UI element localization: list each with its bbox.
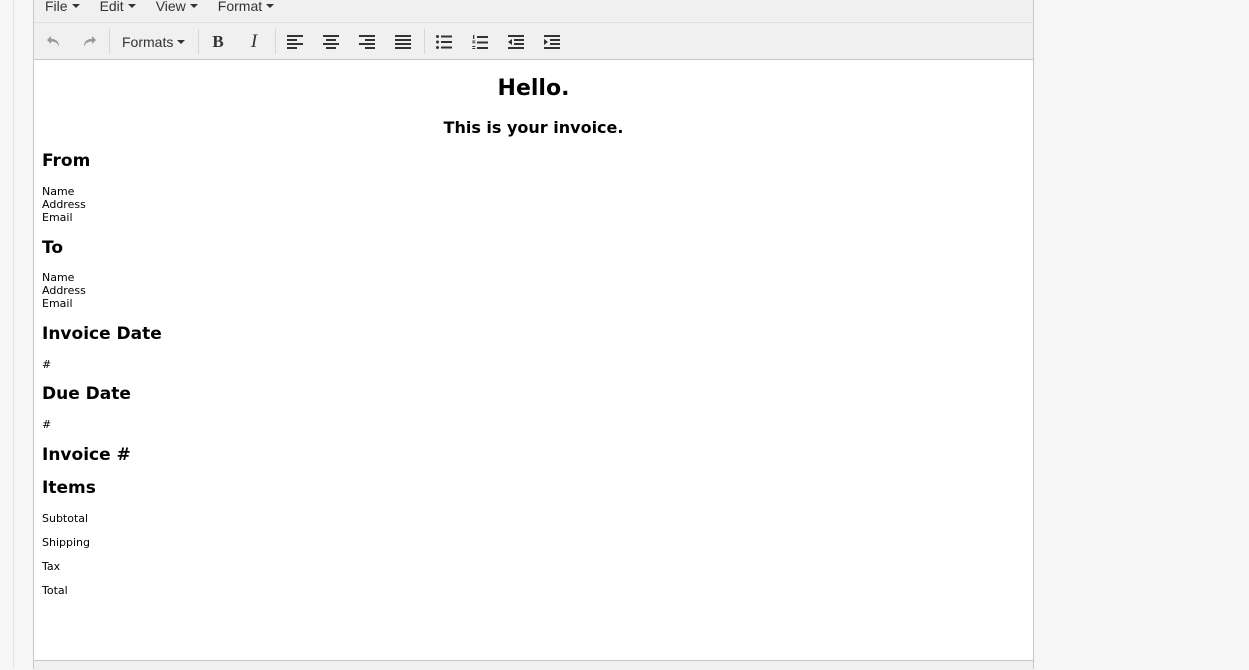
bold-icon: B [212,32,224,51]
indent-button[interactable] [541,32,563,52]
due-date-value: # [42,418,52,431]
menu-format[interactable]: Format [217,0,275,14]
undo-button[interactable] [43,32,65,52]
items-heading: Items [42,478,96,498]
bullet-list-button[interactable] [433,32,455,52]
invoice-date-value: # [42,358,52,371]
total-label: Total [42,584,68,597]
menu-file-label: File [45,0,68,14]
toolbar-separator [109,29,110,54]
from-email: Email [42,211,73,224]
rich-text-editor: File Edit View Format Formats B I Hello.… [33,0,1034,670]
italic-button[interactable]: I [243,31,265,52]
menu-format-label: Format [217,0,263,14]
chevron-down-icon [127,4,136,8]
document-subtitle: This is your invoice. [443,118,624,137]
toolbar: Formats B I [34,23,1033,60]
outdent-button[interactable] [505,32,527,52]
from-name: Name [42,185,75,198]
menu-view[interactable]: View [155,0,198,14]
toolbar-separator [275,29,276,54]
align-justify-button[interactable] [392,32,414,52]
numbered-list-icon [472,34,488,49]
chevron-down-icon [177,40,186,44]
document-title: Hello. [497,76,570,101]
italic-icon: I [250,31,258,52]
subtotal-label: Subtotal [42,512,89,525]
chevron-down-icon [189,4,198,8]
to-name: Name [42,271,75,284]
redo-icon [83,36,96,47]
bold-button[interactable]: B [207,32,229,52]
formats-label: Formats [122,34,174,50]
chevron-down-icon [266,4,275,8]
align-left-button[interactable] [284,32,306,52]
indent-icon [544,35,560,49]
from-address: Address [42,198,86,211]
outdent-icon [508,35,524,49]
menu-edit-label: Edit [99,0,124,14]
from-heading: From [42,151,91,171]
bullet-list-icon [436,35,452,49]
invoice-number-heading: Invoice # [42,445,131,465]
undo-icon [47,36,60,47]
numbered-list-button[interactable] [469,32,491,52]
align-center-icon [323,35,339,49]
editor-content-area[interactable]: Hello. This is your invoice. From Name A… [34,61,1033,661]
to-email: Email [42,297,73,310]
menubar: File Edit View Format [34,0,1033,23]
to-heading: To [42,238,64,258]
due-date-heading: Due Date [42,384,131,404]
menu-view-label: View [155,0,186,14]
shipping-label: Shipping [42,536,90,549]
chevron-down-icon [71,4,80,8]
page-gutter-line [13,0,14,669]
formats-dropdown[interactable]: Formats [122,32,186,52]
redo-button[interactable] [78,32,100,52]
menu-edit[interactable]: Edit [99,0,136,14]
toolbar-separator [198,29,199,54]
align-right-icon [359,35,375,49]
align-justify-icon [395,35,411,49]
align-right-button[interactable] [356,32,378,52]
tax-label: Tax [42,560,61,573]
menu-file[interactable]: File [45,0,80,14]
align-center-button[interactable] [320,32,342,52]
invoice-date-heading: Invoice Date [42,324,162,344]
to-address: Address [42,284,86,297]
toolbar-separator [424,29,425,54]
align-left-icon [287,35,303,49]
